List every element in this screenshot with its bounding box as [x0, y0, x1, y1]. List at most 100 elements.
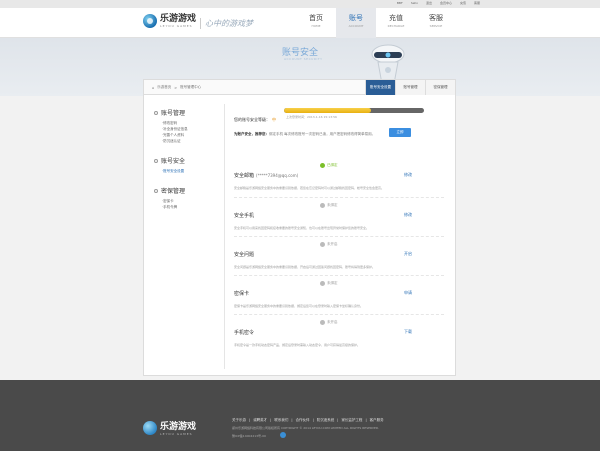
security-item-title: 安全邮箱 — [234, 173, 255, 179]
security-item-action[interactable]: 开启 — [404, 251, 412, 257]
tab-protection[interactable]: 密保管理 — [425, 80, 455, 95]
top-link-logout[interactable]: 退出 — [426, 1, 432, 5]
sidebar-item-security-settings[interactable]: ·账号安全设置 — [162, 168, 224, 174]
security-item-status: 已绑定 — [320, 163, 338, 168]
status-dot-icon — [320, 203, 325, 208]
footer-link-separator: | — [337, 418, 339, 422]
nav-sublabel: HOME — [311, 24, 321, 28]
security-item-desc: 安全邮箱是乐游网络安全服务中的重要识别依据，若您在忘记密码时可以通过邮箱找回密码… — [234, 186, 385, 190]
security-item-value: (*****7394@qq.com) — [256, 173, 299, 178]
breadcrumb-current: 账号管理中心 — [180, 85, 202, 89]
sidebar: 账号管理 ·修改密码 ·补全身份证信息 ·完善个人资料 ·防沉迷认证 账号安全 … — [154, 108, 224, 222]
footer-link[interactable]: 关于乐游 — [232, 418, 246, 423]
tab-account-management[interactable]: 账号管理 — [395, 80, 425, 95]
breadcrumb-bar: ⌂ 乐游首页 > 账号管理中心 账号安全设置 账号管理 密保管理 — [144, 80, 455, 95]
breadcrumb: ⌂ 乐游首页 > 账号管理中心 — [152, 85, 201, 90]
nav-service[interactable]: 客服 SERVICE — [416, 8, 456, 38]
footer-link[interactable]: 诚聘英才 — [253, 418, 267, 423]
security-item-status: 未开启 — [320, 320, 338, 325]
sidebar-divider — [224, 104, 225, 369]
sidebar-head: 账号管理 — [154, 108, 224, 117]
bullet-icon — [154, 188, 158, 193]
top-link-recharge[interactable]: 充值 — [460, 1, 466, 5]
breadcrumb-home[interactable]: 乐游首页 — [157, 85, 171, 90]
nav-label: 首页 — [309, 14, 323, 22]
security-item-status: 未开启 — [320, 242, 338, 247]
tip-label: 为账户安全，推荐您： — [234, 132, 269, 136]
security-item-title: 安全手机 — [234, 213, 255, 219]
footer-logo-text: 乐游游戏 — [160, 422, 197, 432]
logo-subtext: LEYOU GAMES — [160, 23, 193, 28]
footer-logo: 乐游游戏 LEYOU GAMES — [143, 419, 196, 436]
last-login-time: 上次登录时间：2013-1-16 15:13:56 — [286, 115, 337, 119]
nav-recharge[interactable]: 充值 RECHARGE — [376, 8, 416, 38]
logo-text: 乐游游戏 — [160, 13, 197, 24]
tab-security-settings[interactable]: 账号安全设置 — [365, 80, 395, 95]
footer-copyright: 郑州乐游网络科技有限公司版权所有 COPYRIGHT © 2014 LEYOU.… — [232, 426, 380, 430]
security-item-title: 手机密令 — [234, 330, 255, 336]
nav-home[interactable]: 首页 HOME — [296, 8, 336, 38]
tabs: 账号安全设置 账号管理 密保管理 — [365, 80, 455, 95]
status-label: 已绑定 — [327, 163, 338, 167]
security-item-action[interactable]: 修改 — [404, 212, 412, 218]
security-level-label: 您的账号安全等级： — [234, 117, 270, 122]
top-link-user[interactable]: BBF — [397, 1, 403, 5]
nav-label: 客服 — [429, 14, 443, 22]
footer-logo-icon — [143, 420, 157, 435]
logo[interactable]: 乐游游戏 LEYOU GAMES — [143, 14, 196, 28]
top-link-service[interactable]: 客服 — [474, 1, 480, 5]
sidebar-head-label: 账号安全 — [161, 158, 186, 165]
footer-link[interactable]: 防沉迷系统 — [317, 418, 335, 423]
sidebar-head-label: 账号管理 — [161, 110, 186, 117]
footer-link-separator: | — [249, 418, 251, 422]
police-badge-icon[interactable] — [280, 432, 286, 438]
nav-account[interactable]: 账号 ACCOUNT — [336, 8, 376, 38]
security-item-action[interactable]: 下载 — [404, 329, 412, 335]
sidebar-group-security: 账号安全 ·账号安全设置 — [154, 156, 224, 174]
sidebar-item-mobile-token[interactable]: ·手机令牌 — [162, 204, 224, 210]
slogan: 心中的游戏梦 — [200, 18, 253, 29]
nav-label: 账号 — [349, 14, 363, 22]
footer-icp: 豫ICP备14004213号-00 — [232, 434, 266, 438]
security-item-desc: 手机密令是一款手机动态密码产品，绑定后登录时需输入动态密令，用户可获得最高级的保… — [234, 343, 361, 347]
sidebar-head-label: 密保管理 — [161, 188, 186, 195]
status-dot-icon — [320, 163, 325, 168]
sidebar-head: 密保管理 — [154, 186, 224, 195]
security-item-action[interactable]: 修改 — [404, 172, 412, 178]
footer-link[interactable]: 客户服务 — [370, 418, 384, 423]
security-item: 安全问题 未开启 安全问题是乐游网络安全服务中的重要识别依据，开启后可通过回答问题找… — [234, 236, 444, 275]
breadcrumb-separator: > — [174, 85, 178, 90]
footer-links: 关于乐游 | 诚聘英才 | 联系我们 | 合作伙伴 | 防沉迷系统 | 家长监护工程 | 客户服务 — [232, 418, 384, 423]
status-dot-icon — [320, 242, 325, 247]
status-label: 未绑定 — [327, 281, 338, 285]
status-label: 未开启 — [327, 320, 338, 324]
footer-link[interactable]: 合作伙伴 — [296, 418, 310, 423]
security-item-desc: 安全手机可以用来找回密码和接收重要的账号安全通知，也可以在账号出现异常时保护您的… — [234, 226, 370, 230]
nav-sublabel: ACCOUNT — [348, 24, 364, 28]
footer-link-separator: | — [291, 418, 293, 422]
top-link-member[interactable]: 会员中心 — [440, 1, 452, 5]
sidebar-group-account: 账号管理 ·修改密码 ·补全身份证信息 ·完善个人资料 ·防沉迷认证 — [154, 108, 224, 144]
bullet-icon — [154, 158, 158, 163]
status-dot-icon — [320, 320, 325, 325]
security-item-desc: 密保卡是乐游网络安全服务中的重要识别依据，绑定后您可以在登录时输入密保卡坐标确认… — [234, 304, 364, 308]
status-label: 未绑定 — [327, 203, 338, 207]
security-item-title: 密保卡 — [234, 291, 250, 297]
footer-link[interactable]: 联系我们 — [274, 418, 288, 423]
top-links: BBF hello 退出 会员中心 充值 客服 — [397, 1, 480, 5]
security-progress-bar — [284, 108, 424, 113]
footer-link[interactable]: 家长监护工程 — [341, 418, 362, 423]
security-item-action[interactable]: 申请 — [404, 290, 412, 296]
sidebar-item-anti-addiction[interactable]: ·防沉迷认证 — [162, 138, 224, 144]
security-tip: 为账户安全，推荐您：绑定手机 每次修改账号一次密码已读，用户把密码修改得简单易用… — [234, 132, 384, 137]
security-item-status: 未绑定 — [320, 281, 338, 286]
nav-sublabel: SERVICE — [429, 24, 443, 28]
footer-logo-subtext: LEYOU GAMES — [160, 432, 193, 436]
bullet-icon — [154, 110, 158, 115]
nav-label: 充值 — [389, 14, 403, 22]
nav-sublabel: RECHARGE — [387, 24, 405, 28]
status-label: 未开启 — [327, 242, 338, 246]
tip-text: 绑定手机 每次修改账号一次密码已读，用户把密码修改得简单易用。 — [269, 132, 376, 136]
tip-action-button[interactable]: 立即 — [389, 128, 411, 137]
status-dot-icon — [320, 281, 325, 286]
